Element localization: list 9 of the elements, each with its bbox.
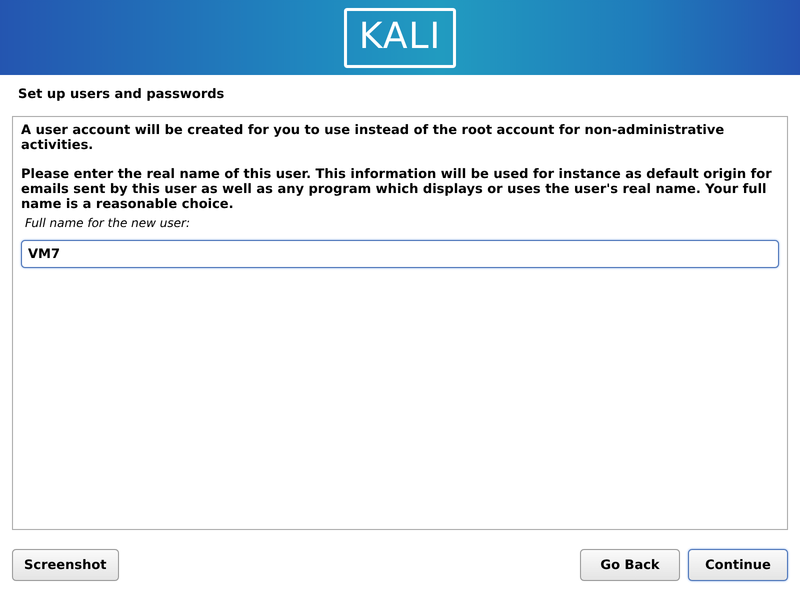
instruction-text: Please enter the real name of this user. This information will be used for instance as default origin for emails sent by this user as well as any program which displays or uses the user's real name. Your full name is a reasonable choice. <box>21 167 773 212</box>
input-field[interactable]: VM7 <box>21 240 779 268</box>
footer-button[interactable]: Continue <box>688 549 788 581</box>
footer-button[interactable]: Go Back <box>580 549 680 581</box>
field-label: Full name for the new user: <box>25 216 192 230</box>
logo: KALI <box>344 8 456 68</box>
page-title: Set up users and passwords <box>17 86 226 104</box>
instruction-text: A user account will be created for you to use instead of the root account for non-administrative activities. <box>21 123 726 153</box>
footer-button[interactable]: Screenshot <box>12 549 119 581</box>
